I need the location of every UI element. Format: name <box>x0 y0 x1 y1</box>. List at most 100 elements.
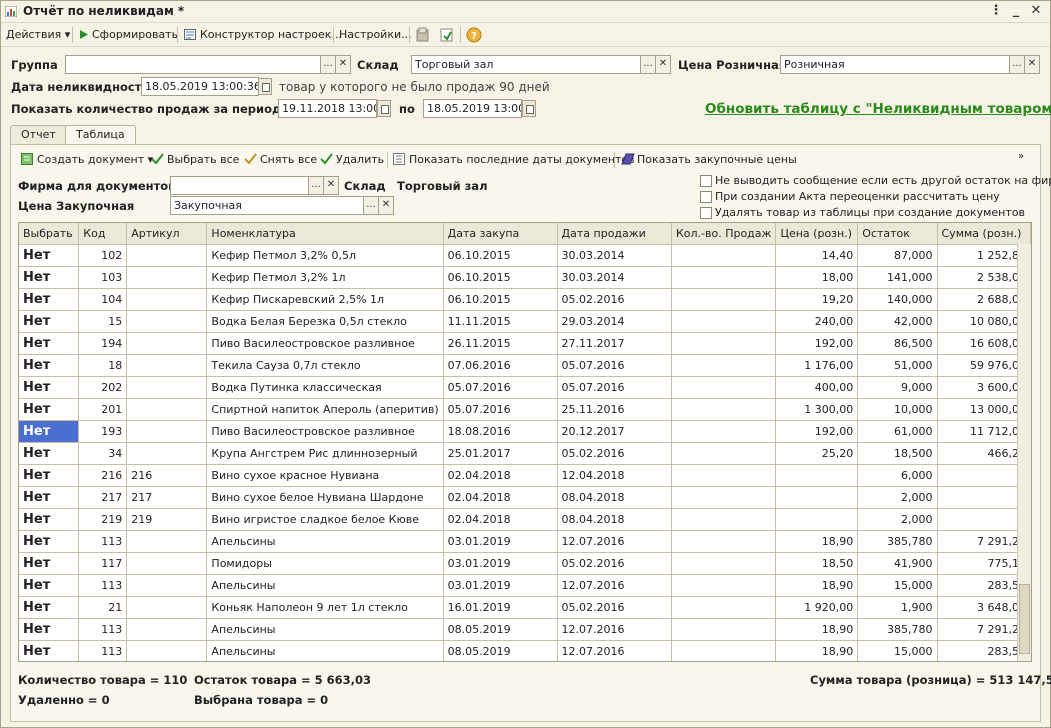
cell-select[interactable]: Нет <box>19 552 80 575</box>
cell-select[interactable]: Нет <box>19 266 80 289</box>
cell-select[interactable]: Нет <box>19 420 80 443</box>
table-row[interactable]: Нет 15 Водка Белая Березка 0,5л стекло 11.1… <box>19 310 1031 333</box>
firm-clear-button[interactable]: ✕ <box>323 176 339 195</box>
cell-select[interactable]: Нет <box>19 354 80 377</box>
group-select-button[interactable]: ... <box>320 55 336 74</box>
cell-select[interactable]: Нет <box>19 398 80 421</box>
period-to-calendar-icon[interactable] <box>522 100 536 117</box>
option-checkbox-1[interactable] <box>700 175 712 187</box>
column-header-nomenclature[interactable]: Номенклатура <box>206 223 444 245</box>
retail-price-select-button[interactable]: ... <box>1009 55 1025 74</box>
tab-table[interactable]: Таблица <box>65 125 136 145</box>
cell-retail-price: 18,90 <box>775 530 859 553</box>
column-header-sale-date[interactable]: Дата продажи <box>557 223 672 245</box>
cell-nomenclature: Помидоры <box>206 552 444 575</box>
table-row[interactable]: Нет 103 Кефир Петмол 3,2% 1л 06.10.2015 30.0… <box>19 266 1031 289</box>
period-to-field[interactable]: 18.05.2019 13:00:3 <box>423 99 522 118</box>
table-row[interactable]: Нет 202 Водка Путинка классическая 05.07.20… <box>19 376 1031 399</box>
cell-purchase-date: 06.10.2015 <box>443 288 558 311</box>
table-row[interactable]: Нет 21 Коньяк Наполеон 9 лет 1л стекло 16.0… <box>19 596 1031 619</box>
cell-select[interactable]: Нет <box>19 332 80 355</box>
help-icon[interactable]: ? <box>466 27 482 43</box>
column-header-retail-sum[interactable]: Сумма (розн.) <box>937 223 1031 245</box>
cell-select[interactable]: Нет <box>19 596 80 619</box>
cell-select[interactable]: Нет <box>19 618 80 641</box>
cell-select[interactable]: Нет <box>19 574 80 597</box>
save-settings-icon[interactable] <box>415 27 431 43</box>
column-header-purchase-date[interactable]: Дата закупа <box>443 223 558 245</box>
table-row[interactable]: Нет 217 217 Вино сухое белое Нувиана Шардон… <box>19 486 1031 509</box>
deselect-all-button[interactable]: Снять все <box>244 152 317 168</box>
show-last-dates-button[interactable]: Показать последние даты документов <box>393 152 635 168</box>
table-row[interactable]: Нет 113 Апельсины 08.05.2019 12.07.2016 18,90… <box>19 618 1031 641</box>
refresh-table-link[interactable]: Обновить таблицу с "Неликвидным товаром" <box>705 101 1051 117</box>
actions-menu[interactable]: Действия ▾ <box>6 27 70 43</box>
create-document-button[interactable]: Создать документ ▾ <box>21 152 153 168</box>
show-purchase-prices-button[interactable]: Показать закупочные цены <box>621 152 797 168</box>
option-checkbox-3[interactable] <box>700 207 712 219</box>
constructor-button[interactable]: Конструктор настроек... <box>184 27 342 43</box>
cell-select[interactable]: Нет <box>19 640 80 661</box>
select-all-button[interactable]: Выбрать все <box>151 152 239 168</box>
settings-button[interactable]: Настройки... <box>339 27 412 43</box>
date-calendar-icon[interactable] <box>258 78 272 95</box>
warehouse-field[interactable]: Торговый зал <box>411 55 643 74</box>
purchase-price-select-button[interactable]: ... <box>363 196 379 215</box>
retail-price-field[interactable]: Розничная <box>780 55 1010 74</box>
cell-sales-qty <box>671 508 777 531</box>
cell-select[interactable]: Нет <box>19 310 80 333</box>
scrollbar-thumb[interactable] <box>1019 584 1030 654</box>
cell-select[interactable]: Нет <box>19 376 80 399</box>
cell-select[interactable]: Нет <box>19 442 80 465</box>
table-row[interactable]: Нет 102 Кефир Петмол 3,2% 0,5л 06.10.2015 30… <box>19 244 1031 267</box>
group-field[interactable] <box>65 55 321 74</box>
firm-field[interactable] <box>170 176 310 195</box>
period-from-field[interactable]: 19.11.2018 13:00:3 <box>278 99 377 118</box>
tab-report[interactable]: Отчет <box>10 125 67 144</box>
table-row[interactable]: Нет 113 Апельсины 03.01.2019 12.07.2016 18,90… <box>19 574 1031 597</box>
date-field[interactable]: 18.05.2019 13:00:36 <box>141 77 259 96</box>
purchase-price-clear-button[interactable]: ✕ <box>378 196 394 215</box>
table-row[interactable]: Нет 216 216 Вино сухое красное Нувиана 02.04… <box>19 464 1031 487</box>
cell-select[interactable]: Нет <box>19 486 80 509</box>
option-checkbox-2[interactable] <box>700 191 712 203</box>
cell-select[interactable]: Нет <box>19 530 80 553</box>
cell-select[interactable]: Нет <box>19 464 80 487</box>
table-row[interactable]: Нет 201 Спиртной напиток Апероль (аперитив… <box>19 398 1031 421</box>
table-row[interactable]: Нет 18 Текила Сауза 0,7л стекло 07.06.2016 0… <box>19 354 1031 377</box>
cell-sales-qty <box>671 354 777 377</box>
minimize-icon[interactable]: _ <box>1007 3 1025 20</box>
cell-select[interactable]: Нет <box>19 244 80 267</box>
firm-select-button[interactable]: ... <box>308 176 324 195</box>
load-settings-icon[interactable] <box>439 27 455 43</box>
close-icon[interactable]: ✕ <box>1027 3 1045 20</box>
column-header-sales-qty[interactable]: Кол.-во. Продаж <box>671 223 777 245</box>
column-header-retail-price[interactable]: Цена (розн.) <box>775 223 859 245</box>
period-from-calendar-icon[interactable] <box>377 100 391 117</box>
table-row[interactable]: Нет 113 Апельсины 03.01.2019 12.07.2016 18,90… <box>19 530 1031 553</box>
main-toolbar: Действия ▾ Сформировать Конструктор наст… <box>1 23 1050 47</box>
vertical-scrollbar[interactable] <box>1017 244 1031 661</box>
delete-button[interactable]: Удалить <box>320 152 384 168</box>
warehouse-clear-button[interactable]: ✕ <box>655 55 671 74</box>
table-row[interactable]: Нет 194 Пиво Василеостровское разливное 26.… <box>19 332 1031 355</box>
table-row[interactable]: Нет 117 Помидоры 03.01.2019 05.02.2016 18,50 4… <box>19 552 1031 575</box>
column-header-select[interactable]: Выбрать <box>19 223 80 245</box>
more-chevron-icon[interactable]: » <box>1018 149 1024 165</box>
cell-select[interactable]: Нет <box>19 288 80 311</box>
table-row[interactable]: Нет 219 219 Вино игристое сладкое белое Кюв… <box>19 508 1031 531</box>
table-row[interactable]: Нет 193 Пиво Василеостровское разливное 18.… <box>19 420 1031 443</box>
group-clear-button[interactable]: ✕ <box>335 55 351 74</box>
table-row[interactable]: Нет 104 Кефир Пискаревский 2,5% 1л 06.10.20… <box>19 288 1031 311</box>
retail-price-clear-button[interactable]: ✕ <box>1024 55 1040 74</box>
cell-select[interactable]: Нет <box>19 508 80 531</box>
generate-button[interactable]: Сформировать <box>79 27 178 43</box>
purchase-price-field[interactable]: Закупочная <box>170 196 365 215</box>
column-header-article[interactable]: Артикул <box>126 223 208 245</box>
more-icon[interactable]: ⋮ <box>987 3 1005 20</box>
warehouse-select-button[interactable]: ... <box>640 55 656 74</box>
column-header-remainder[interactable]: Остаток <box>857 223 938 245</box>
column-header-code[interactable]: Код <box>78 223 128 245</box>
table-row[interactable]: Нет 34 Крупа Ангстрем Рис длиннозерный 25.0… <box>19 442 1031 465</box>
table-row[interactable]: Нет 113 Апельсины 08.05.2019 12.07.2016 18,90… <box>19 640 1031 661</box>
